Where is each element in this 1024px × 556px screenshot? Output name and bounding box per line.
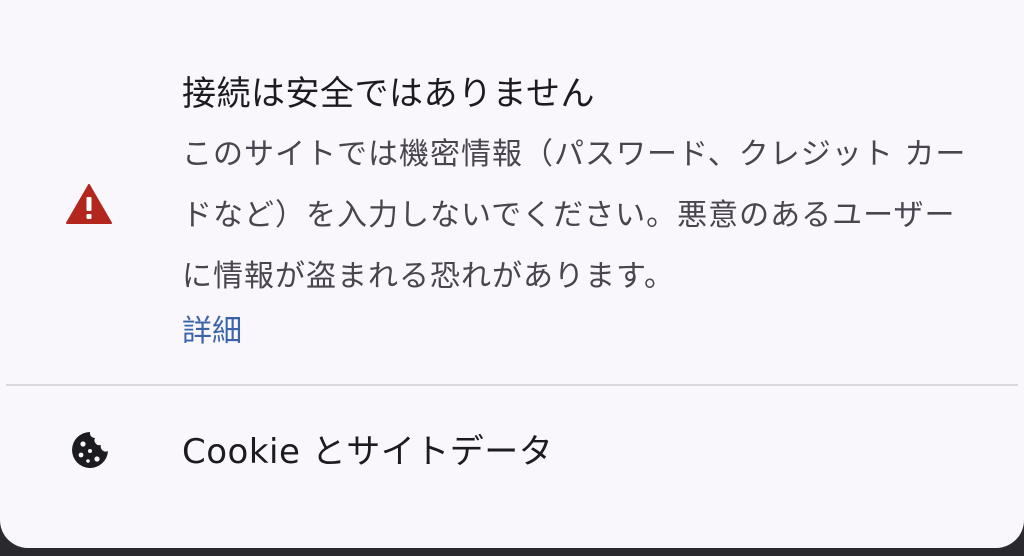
- warning-icon: [66, 184, 112, 224]
- connection-title: 接続は安全ではありません: [182, 74, 595, 114]
- connection-text-block: 接続は安全ではありません このサイトでは機密情報（パスワード、クレジット カード…: [182, 64, 972, 357]
- connection-security-section: 接続は安全ではありません このサイトでは機密情報（パスワード、クレジット カード…: [0, 0, 1024, 380]
- divider: [6, 384, 1018, 386]
- cookie-icon: [70, 430, 110, 470]
- cookies-label: Cookie とサイトデータ: [182, 432, 554, 472]
- connection-description: このサイトでは機密情報（パスワード、クレジット カードなど）を入力しないでくださ…: [182, 137, 967, 294]
- page-info-sheet: 接続は安全ではありません このサイトでは機密情報（パスワード、クレジット カード…: [0, 0, 1024, 548]
- cookies-site-data-item[interactable]: Cookie とサイトデータ: [0, 388, 1024, 518]
- details-link[interactable]: 詳細: [182, 307, 242, 357]
